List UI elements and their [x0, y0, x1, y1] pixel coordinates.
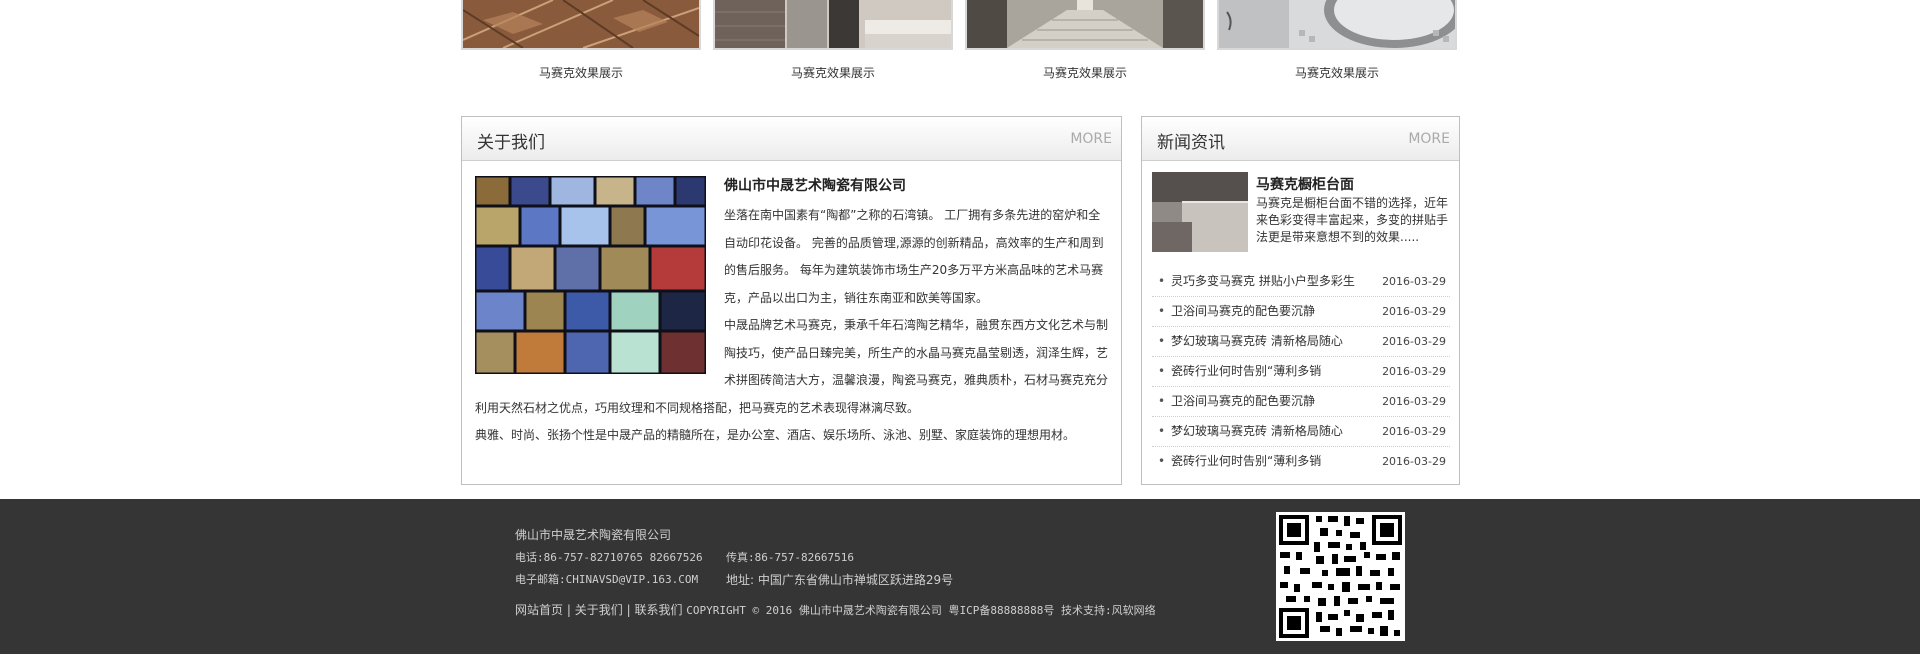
news-list-item[interactable]: • 梦幻玻璃马赛克砖 清新格局随心 2016-03-29 [1152, 417, 1450, 447]
news-item-title[interactable]: 梦幻玻璃马赛克砖 清新格局随心 [1171, 327, 1343, 356]
bullet-icon: • [1158, 304, 1166, 318]
product-gallery: 马赛克效果展示 马赛克效果展示 马赛克效果展示 马赛克效果展示 [461, 0, 1460, 100]
news-item-title[interactable]: 卫浴间马赛克的配色要沉静 [1171, 387, 1315, 416]
news-item-date: 2016-03-29 [1382, 425, 1446, 438]
news-featured-title[interactable]: 马赛克橱柜台面 [1256, 174, 1354, 194]
footer-phone: 电话:86-757-82710765 82667526 [515, 551, 703, 564]
news-list-item[interactable]: • 瓷砖行业何时告别“薄利多销 2016-03-29 [1152, 447, 1450, 476]
footer-fax: 传真:86-757-82667516 [726, 551, 854, 564]
gallery-item[interactable]: 马赛克效果展示 [461, 0, 701, 81]
footer-separator: | [626, 603, 631, 617]
footer-link-about[interactable]: 关于我们 [575, 603, 623, 617]
gallery-thumb-floor-tile[interactable] [461, 0, 701, 50]
footer-address: 地址: 中国广东省佛山市禅城区跃进路29号 [726, 573, 954, 587]
gallery-caption[interactable]: 马赛克效果展示 [965, 65, 1205, 81]
gallery-caption[interactable]: 马赛克效果展示 [461, 65, 701, 81]
gallery-item[interactable]: 马赛克效果展示 [965, 0, 1205, 81]
news-item-date: 2016-03-29 [1382, 275, 1446, 288]
news-featured-desc: 马赛克是橱柜台面不错的选择，近年来色彩变得丰富起来，多变的拼贴手法更是带来意想不… [1256, 196, 1449, 244]
gallery-thumb-corridor[interactable] [965, 0, 1205, 50]
news-title: 新闻资讯 [1157, 133, 1225, 153]
bullet-icon: • [1158, 364, 1166, 378]
bullet-icon: • [1158, 424, 1166, 438]
about-title: 关于我们 [477, 133, 545, 153]
bullet-icon: • [1158, 394, 1166, 408]
bullet-icon: • [1158, 334, 1166, 348]
gallery-item[interactable]: 马赛克效果展示 [713, 0, 953, 81]
bullet-icon: • [1158, 454, 1166, 468]
news-list-item[interactable]: • 梦幻玻璃马赛克砖 清新格局随心 2016-03-29 [1152, 327, 1450, 357]
footer: 佛山市中晟艺术陶瓷有限公司 电话:86-757-82710765 8266752… [0, 499, 1920, 654]
news-item-date: 2016-03-29 [1382, 455, 1446, 468]
news-item-title[interactable]: 瓷砖行业何时告别“薄利多销 [1171, 447, 1321, 476]
about-text: 坐落在南中国素有“陶都”之称的石湾镇。 工厂拥有多条先进的窑炉和全自动印花设备。… [475, 202, 1109, 450]
news-featured-image[interactable] [1152, 172, 1248, 252]
news-list: • 灵巧多变马赛克 拼贴小户型多彩生 2016-03-29 • 卫浴间马赛克的配色要沉… [1152, 267, 1450, 476]
news-item-date: 2016-03-29 [1382, 395, 1446, 408]
footer-separator: | [566, 603, 571, 617]
news-item-date: 2016-03-29 [1382, 305, 1446, 318]
gallery-thumb-mirror[interactable] [1217, 0, 1457, 50]
news-featured[interactable]: 马赛克橱柜台面 马赛克是橱柜台面不错的选择，近年来色彩变得丰富起来，多变的拼贴手… [1152, 172, 1452, 257]
gallery-caption[interactable]: 马赛克效果展示 [1217, 65, 1457, 81]
news-item-date: 2016-03-29 [1382, 365, 1446, 378]
footer-links: 网站首页 | 关于我们 | 联系我们 COPYRIGHT © 2016 佛山市中… [515, 601, 1156, 618]
gallery-item[interactable]: 马赛克效果展示 [1217, 0, 1457, 81]
bullet-icon: • [1158, 274, 1166, 288]
gallery-thumb-bathroom[interactable] [713, 0, 953, 50]
news-list-item[interactable]: • 灵巧多变马赛克 拼贴小户型多彩生 2016-03-29 [1152, 267, 1450, 297]
news-item-date: 2016-03-29 [1382, 335, 1446, 348]
news-list-item[interactable]: • 卫浴间马赛克的配色要沉静 2016-03-29 [1152, 297, 1450, 327]
footer-link-contact[interactable]: 联系我们 [634, 603, 682, 617]
footer-copyright: COPYRIGHT © 2016 佛山市中晟艺术陶瓷有限公司 粤ICP备8888… [686, 604, 1156, 617]
news-item-title[interactable]: 灵巧多变马赛克 拼贴小户型多彩生 [1171, 267, 1355, 296]
footer-email: 电子邮箱:CHINAVSD@VIP.163.COM [515, 573, 699, 586]
footer-company: 佛山市中晟艺术陶瓷有限公司 [515, 528, 672, 542]
news-item-title[interactable]: 卫浴间马赛克的配色要沉静 [1171, 297, 1315, 326]
news-list-item[interactable]: • 卫浴间马赛克的配色要沉静 2016-03-29 [1152, 387, 1450, 417]
about-panel-header: 关于我们 MORE [462, 117, 1121, 161]
gallery-caption[interactable]: 马赛克效果展示 [713, 65, 953, 81]
about-paragraph: 典雅、时尚、张扬个性是中晟产品的精髓所在，是办公室、酒店、娱乐场所、泳池、别墅、… [475, 428, 1076, 442]
about-company-name: 佛山市中晟艺术陶瓷有限公司 [724, 178, 906, 194]
qr-code-icon [1276, 512, 1405, 641]
news-more-link[interactable]: MORE [1408, 131, 1450, 147]
news-panel-header: 新闻资讯 MORE [1142, 117, 1459, 161]
news-list-item[interactable]: • 瓷砖行业何时告别“薄利多销 2016-03-29 [1152, 357, 1450, 387]
news-panel: 新闻资讯 MORE 马赛克橱柜台面 马赛克是橱柜台面不错的选择，近年来色彩变得丰… [1141, 116, 1460, 485]
news-item-title[interactable]: 梦幻玻璃马赛克砖 清新格局随心 [1171, 417, 1343, 446]
about-panel: 关于我们 MORE 佛山市中晟艺术陶瓷有限公司 坐落在南中国素有“陶都”之称的石… [461, 116, 1122, 485]
about-more-link[interactable]: MORE [1070, 131, 1112, 147]
news-item-title[interactable]: 瓷砖行业何时告别“薄利多销 [1171, 357, 1321, 386]
footer-link-home[interactable]: 网站首页 [515, 603, 563, 617]
